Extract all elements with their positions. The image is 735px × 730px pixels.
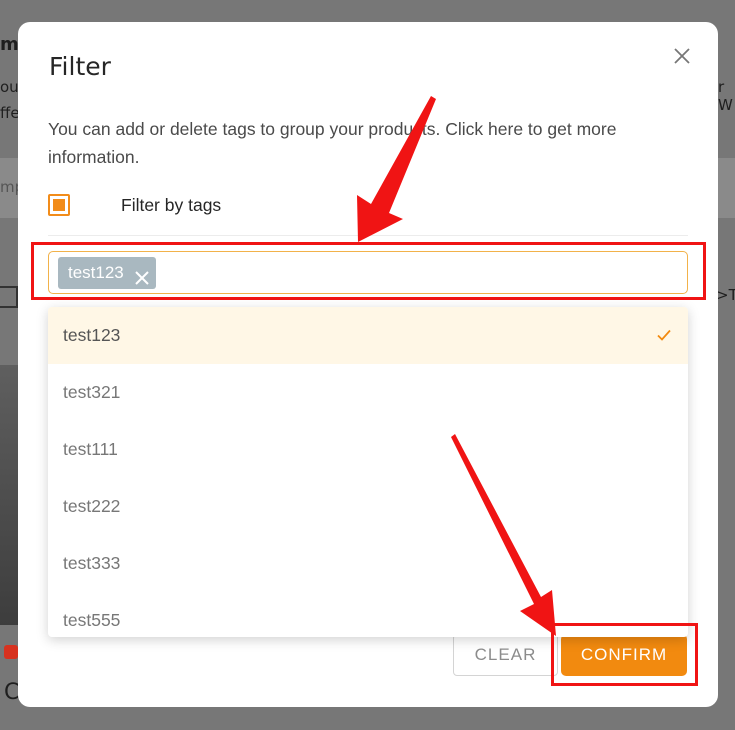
tag-option[interactable]: test333 [48,535,688,592]
background-checkbox [0,286,18,308]
tag-option-label: test555 [63,610,121,630]
dialog-description: You can add or delete tags to group your… [48,119,617,167]
tag-option[interactable]: test321 [48,364,688,421]
tag-option[interactable]: test222 [48,478,688,535]
background-text-fragment: r W [718,78,733,114]
tag-option[interactable]: test111 [48,421,688,478]
tag-option-label: test123 [63,325,121,345]
background-text-fragment: ou [0,78,19,96]
filter-by-tags-checkbox[interactable] [48,194,70,216]
checkbox-checked-indicator [53,199,65,211]
filter-by-tags-row: Filter by tags [48,194,688,236]
filter-by-tags-label: Filter by tags [121,195,222,215]
tag-option-label: test333 [63,553,121,573]
filter-dialog: Filter You can add or delete tags to gro… [18,22,718,707]
close-button[interactable] [670,44,694,68]
tag-options-dropdown: test123 test321 test111 test222 test333 … [48,307,688,637]
check-icon [657,329,671,341]
annotation-highlight-box [551,623,698,686]
annotation-highlight-box [31,242,706,300]
background-panel [718,158,735,218]
tag-option-label: test222 [63,496,121,516]
dialog-title: Filter [49,52,111,81]
background-store-logo [4,645,18,659]
background-product-image [0,365,18,625]
tag-option-label: test111 [63,439,118,459]
clear-button[interactable]: CLEAR [453,634,558,676]
background-text-fragment: >T [716,286,735,304]
close-icon [674,48,690,64]
tag-option[interactable]: test123 [48,307,688,364]
background-text-fragment: ffe [0,104,20,122]
tag-option-label: test321 [63,382,121,402]
